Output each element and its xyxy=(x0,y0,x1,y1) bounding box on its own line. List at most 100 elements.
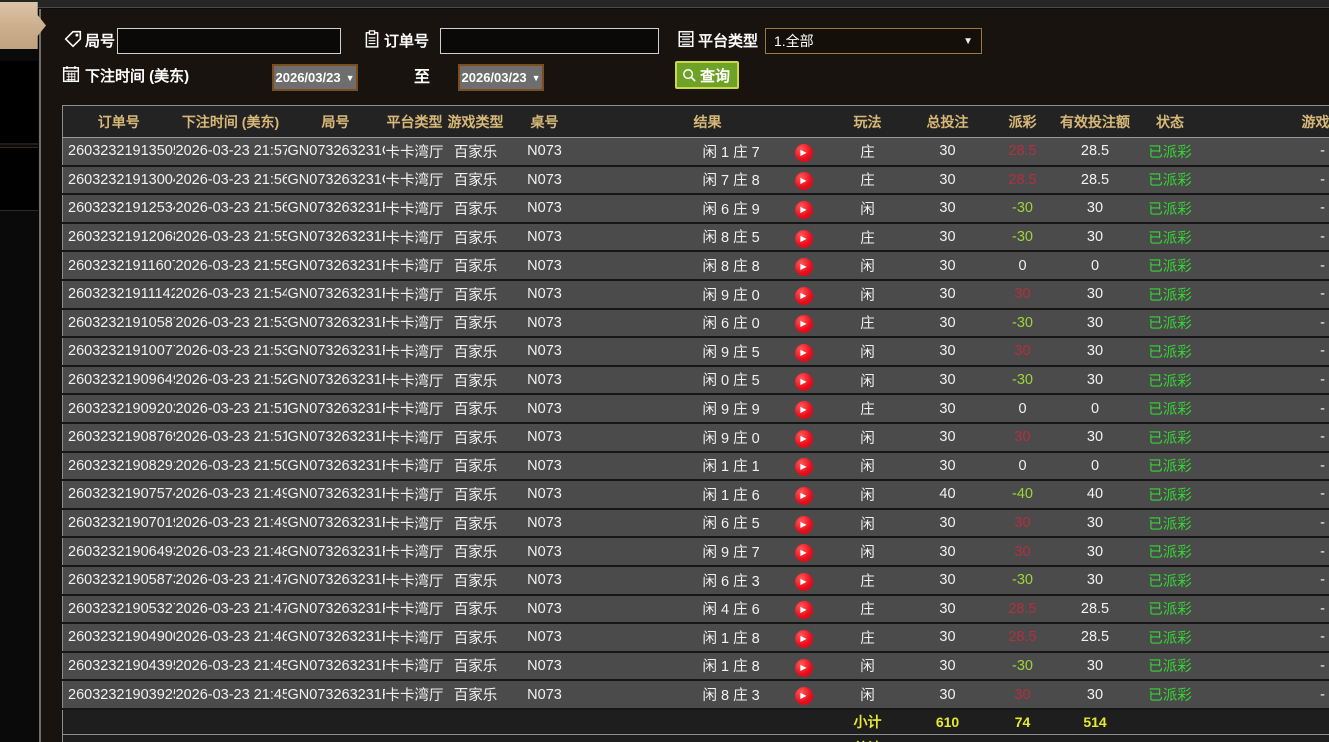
replay-play-icon[interactable]: ▶ xyxy=(794,601,813,620)
platform-type-select[interactable]: 1.全部 ▼ xyxy=(765,28,982,54)
replay-play-icon[interactable]: ▶ xyxy=(794,515,813,534)
valid-bet-cell: 30 xyxy=(1052,193,1138,224)
result-cell: 闲 9 庄 7 ▶ xyxy=(582,536,833,567)
query-button[interactable]: 查询 xyxy=(675,61,740,89)
search-icon xyxy=(683,68,696,82)
tag-icon xyxy=(64,30,82,48)
platform-cell: 卡卡湾厅 xyxy=(384,393,445,424)
play-type-cell: 庄 xyxy=(832,565,903,596)
replay-play-icon[interactable]: ▶ xyxy=(794,143,813,162)
order-number-input[interactable] xyxy=(440,28,659,54)
order-number-cell: 260323219105878 xyxy=(62,308,175,339)
replay-play-icon[interactable]: ▶ xyxy=(794,429,813,448)
table-number-cell: N073 xyxy=(506,679,583,710)
replay-play-icon[interactable]: ▶ xyxy=(794,286,813,305)
table-row: 2603232191206892026-03-23 21:55:42GN0732… xyxy=(62,222,1329,253)
date-from-select[interactable]: 2026/03/23 ▼ xyxy=(272,64,358,91)
replay-play-icon[interactable]: ▶ xyxy=(794,401,813,420)
payout-cell: -30 xyxy=(992,193,1053,224)
platform-cell: 卡卡湾厅 xyxy=(384,679,445,710)
table-number-cell: N073 xyxy=(506,250,583,281)
replay-play-icon[interactable]: ▶ xyxy=(794,258,813,277)
round-number-input[interactable] xyxy=(117,28,341,54)
bet-time-cell: 2026-03-23 21:57:33 xyxy=(174,137,287,167)
game-table-cell: - xyxy=(1202,393,1329,424)
table-number-cell: N073 xyxy=(506,508,583,539)
game-table-cell: - xyxy=(1202,622,1329,653)
order-number-cell: 260323219058732 xyxy=(62,565,175,596)
result-cell: 闲 1 庄 6 ▶ xyxy=(582,479,833,510)
replay-play-icon[interactable]: ▶ xyxy=(794,687,813,706)
bet-records-table: 订单号 下注时间 (美东) 局号 平台类型 游戏类型 桌号 结果 玩法 总投注 派彩 有效投注额 状态… xyxy=(62,105,1329,742)
result-text: 闲 6 庄 0 xyxy=(702,316,760,333)
table-number-cell: N073 xyxy=(506,622,583,653)
result-text: 闲 8 庄 5 xyxy=(702,230,760,247)
round-number-cell: GN073263231FZ xyxy=(286,193,385,224)
valid-bet-cell: 30 xyxy=(1052,279,1138,310)
replay-play-icon[interactable]: ▶ xyxy=(794,315,813,334)
game-type-cell: 百家乐 xyxy=(444,536,507,567)
play-type-cell: 闲 xyxy=(832,651,903,682)
replay-play-icon[interactable]: ▶ xyxy=(794,572,813,591)
bet-time-cell: 2026-03-23 21:54:33 xyxy=(174,279,287,310)
platform-cell: 卡卡湾厅 xyxy=(384,622,445,653)
replay-play-icon[interactable]: ▶ xyxy=(794,544,813,563)
replay-play-icon[interactable]: ▶ xyxy=(794,201,813,220)
result-cell: 闲 1 庄 8 ▶ xyxy=(582,651,833,682)
subtotal-valid-bet: 514 xyxy=(1052,708,1138,735)
column-header-5: 桌号 xyxy=(506,105,583,138)
column-header-3: 平台类型 xyxy=(384,105,445,138)
replay-play-icon[interactable]: ▶ xyxy=(794,487,813,505)
replay-play-icon[interactable]: ▶ xyxy=(794,344,813,363)
payout-cell: 28.5 xyxy=(992,165,1053,196)
bet-time-cell: 2026-03-23 21:56:21 xyxy=(174,193,287,224)
platform-cell: 卡卡湾厅 xyxy=(384,222,445,253)
game-table-cell: - xyxy=(1202,422,1329,453)
payout-cell: -30 xyxy=(992,308,1053,339)
replay-play-icon[interactable]: ▶ xyxy=(794,229,813,248)
bet-time-cell: 2026-03-23 21:46:29 xyxy=(174,622,287,653)
play-type-cell: 庄 xyxy=(832,308,903,339)
table-row: 2603232190876912026-03-23 21:51:20GN0732… xyxy=(62,422,1329,453)
replay-play-icon[interactable]: ▶ xyxy=(794,629,813,648)
valid-bet-cell: 30 xyxy=(1052,565,1138,596)
status-cell: 已派彩 xyxy=(1137,308,1203,339)
play-type-cell: 庄 xyxy=(832,393,903,424)
result-cell: 闲 6 庄 9 ▶ xyxy=(582,193,833,224)
result-cell: 闲 9 庄 0 ▶ xyxy=(582,279,833,310)
result-text: 闲 1 庄 7 xyxy=(702,144,760,161)
table-row: 2603232191253492026-03-23 21:56:21GN0732… xyxy=(62,193,1329,224)
result-text: 闲 8 庄 8 xyxy=(702,259,760,276)
payout-cell: -30 xyxy=(992,222,1053,253)
grand-total-payout: 41 xyxy=(992,734,1053,742)
replay-play-icon[interactable]: ▶ xyxy=(794,372,813,391)
replay-play-icon[interactable]: ▶ xyxy=(794,458,813,477)
valid-bet-cell: 30 xyxy=(1052,336,1138,367)
game-table-cell: - xyxy=(1202,336,1329,367)
replay-play-icon[interactable]: ▶ xyxy=(794,172,813,191)
round-number-cell: GN073263231FM xyxy=(286,565,385,596)
valid-bet-cell: 0 xyxy=(1052,250,1138,281)
valid-bet-cell: 30 xyxy=(1052,308,1138,339)
total-bet-cell: 30 xyxy=(902,222,993,253)
order-number-cell: 260323219135053 xyxy=(62,137,175,167)
platform-cell: 卡卡湾厅 xyxy=(384,336,445,367)
date-to-select[interactable]: 2026/03/23 ▼ xyxy=(458,64,544,91)
order-number-cell: 260323219125349 xyxy=(62,193,175,224)
replay-play-icon[interactable]: ▶ xyxy=(794,658,813,677)
game-type-cell: 百家乐 xyxy=(444,308,507,339)
bet-time-cell: 2026-03-23 21:51:59 xyxy=(174,393,287,424)
column-header-2: 局号 xyxy=(286,105,385,138)
column-header-11: 状态 xyxy=(1137,105,1203,138)
table-number-cell: N073 xyxy=(506,222,583,253)
subtotal-total-bet: 610 xyxy=(902,708,993,735)
grand-total-total-bet: 820 xyxy=(902,734,993,742)
table-row: 2603232190701952026-03-23 21:49:13GN0732… xyxy=(62,508,1329,539)
payout-cell: 30 xyxy=(992,336,1053,367)
order-number-cell: 260323219049000 xyxy=(62,622,175,653)
game-type-cell: 百家乐 xyxy=(444,679,507,710)
total-bet-cell: 30 xyxy=(902,451,993,482)
result-text: 闲 9 庄 5 xyxy=(702,344,760,361)
status-cell: 已派彩 xyxy=(1137,393,1203,424)
game-table-cell: - xyxy=(1202,565,1329,596)
